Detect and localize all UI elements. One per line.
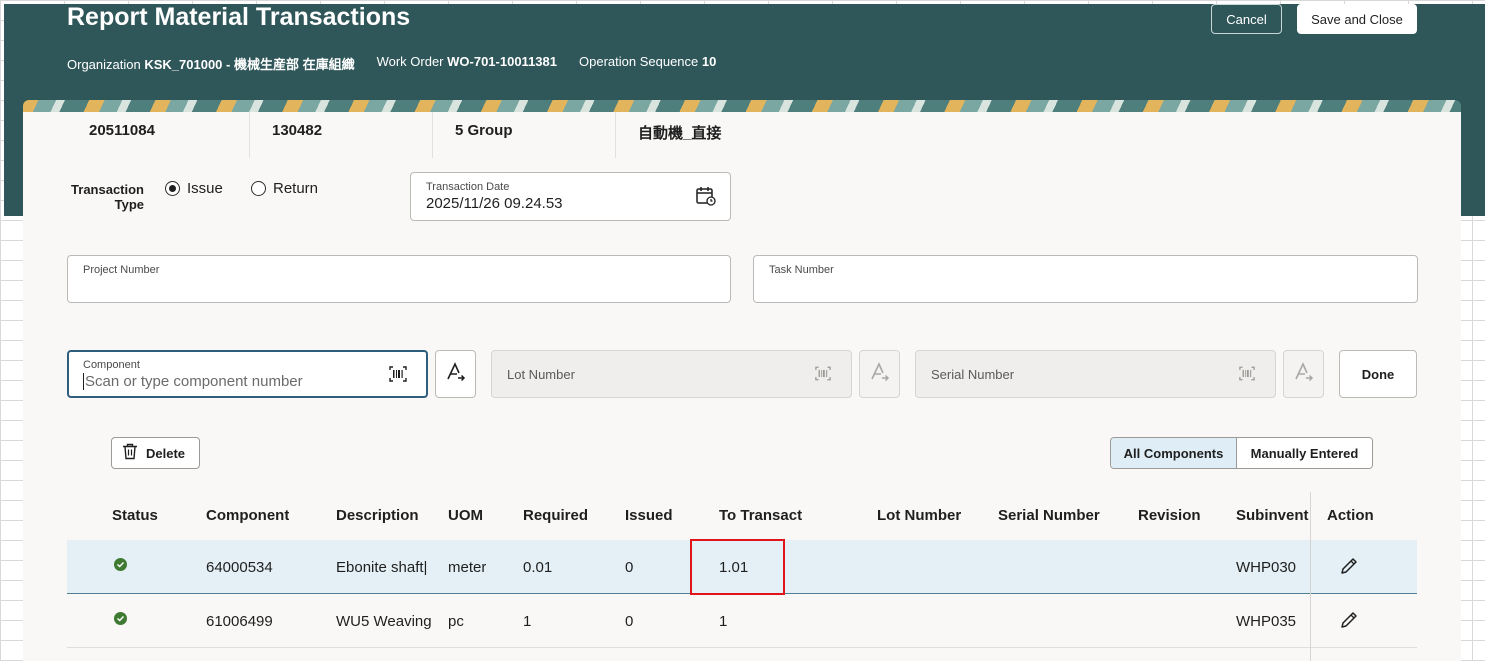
header-context: Organization KSK_701000 - 機械生産部 在庫組織 Wor… [67, 54, 716, 73]
transaction-date-value: 2025/11/26 09.24.53 [426, 195, 563, 212]
auto-search-icon [446, 361, 466, 388]
column-header-component[interactable]: Component [206, 507, 289, 524]
component-search-button[interactable] [435, 350, 476, 398]
info-cell: 130482 [250, 112, 433, 158]
return-radio-label: Return [273, 180, 319, 197]
column-header-uom[interactable]: UOM [448, 507, 483, 524]
transaction-date-field[interactable]: Transaction Date 2025/11/26 09.24.53 [410, 172, 731, 221]
barcode-scan-icon[interactable] [389, 366, 407, 382]
to-transact-highlight-box [690, 539, 785, 595]
organization-info: Organization KSK_701000 - 機械生産部 在庫組織 [67, 57, 355, 72]
page-title: Report Material Transactions [67, 3, 411, 31]
project-number-field[interactable]: Project Number [67, 255, 731, 303]
column-header-status[interactable]: Status [112, 507, 158, 524]
project-number-label: Project Number [83, 264, 160, 276]
column-header-serial-number[interactable]: Serial Number [998, 507, 1100, 524]
barcode-scan-icon [815, 366, 831, 381]
cell-required: 0.01 [523, 559, 553, 576]
trash-icon [122, 443, 138, 463]
radio-selected-icon [165, 181, 180, 196]
column-header-to-transact[interactable]: To Transact [719, 507, 802, 524]
transaction-date-label: Transaction Date [426, 181, 510, 193]
done-button[interactable]: Done [1339, 350, 1417, 398]
task-number-field[interactable]: Task Number [753, 255, 1418, 303]
lot-number-field: Lot Number [491, 350, 852, 398]
component-label: Component [83, 359, 140, 371]
barcode-scan-icon [1239, 366, 1255, 381]
cell-component: 64000534 [206, 559, 273, 576]
cell-uom: pc [448, 613, 464, 630]
cell-required: 1 [523, 613, 532, 630]
cell-description: WU5 Weaving [336, 613, 432, 630]
info-cell: 20511084 [67, 112, 250, 158]
cell-description: Ebonite shaft| [336, 559, 428, 576]
column-header-description[interactable]: Description [336, 507, 419, 524]
column-header-revision[interactable]: Revision [1138, 507, 1201, 524]
return-radio[interactable]: Return [251, 180, 318, 197]
serial-number-field: Serial Number [915, 350, 1276, 398]
cancel-button[interactable]: Cancel [1211, 4, 1282, 34]
component-filter-toggle: All Components Manually Entered [1110, 437, 1373, 469]
cell-issued: 0 [625, 613, 634, 630]
action-column-divider [1310, 492, 1311, 661]
cell-subinventory: WHP035 [1236, 613, 1297, 630]
task-number-label: Task Number [769, 264, 834, 276]
edit-pencil-icon[interactable] [1339, 556, 1359, 576]
column-header-lot-number[interactable]: Lot Number [877, 507, 961, 524]
column-header-action: Action [1327, 507, 1374, 524]
column-header-subinventory[interactable]: Subinventory [1236, 507, 1309, 524]
transaction-type-label: Transaction Type [71, 182, 144, 212]
column-header-required[interactable]: Required [523, 507, 588, 524]
serial-number-label: Serial Number [931, 367, 1015, 382]
all-components-tab[interactable]: All Components [1111, 438, 1237, 468]
component-field[interactable]: Component Scan or type component number [67, 350, 428, 398]
cell-component: 61006499 [206, 613, 273, 630]
work-order-info: Work Order WO-701-10011381 [376, 54, 557, 69]
calendar-icon[interactable] [695, 185, 717, 207]
info-cell: 自動機_直接 [638, 125, 722, 142]
delete-label: Delete [146, 445, 186, 461]
work-order-info-strip: 20511084 130482 5 Group 自動機_直接 [67, 112, 799, 158]
cell-issued: 0 [625, 559, 634, 576]
cell-to-transact[interactable]: 1 [719, 613, 727, 630]
table-header: Status Component Description UOM Require… [67, 497, 1417, 539]
operation-sequence-info: Operation Sequence 10 [579, 54, 717, 69]
decorative-banner [23, 100, 1461, 112]
delete-button[interactable]: Delete [111, 437, 200, 469]
edit-pencil-icon[interactable] [1339, 610, 1359, 630]
auto-search-icon [870, 361, 890, 388]
cell-subinventory: WHP030 [1236, 559, 1297, 576]
cell-uom: meter [448, 559, 487, 576]
column-header-issued[interactable]: Issued [625, 507, 673, 524]
status-success-icon [114, 612, 127, 625]
radio-unselected-icon [251, 181, 266, 196]
auto-search-icon [1294, 361, 1314, 388]
info-cell: 5 Group [433, 112, 616, 158]
status-success-icon [114, 558, 127, 571]
component-placeholder: Scan or type component number [83, 373, 303, 390]
manually-entered-tab[interactable]: Manually Entered [1237, 438, 1372, 468]
save-and-close-button[interactable]: Save and Close [1297, 4, 1417, 34]
lot-number-label: Lot Number [507, 367, 575, 382]
table-row[interactable]: 61006499 WU5 Weaving pc 1 0 1 WHP035 [67, 594, 1417, 648]
lot-search-button [859, 350, 900, 398]
serial-search-button [1283, 350, 1324, 398]
issue-radio[interactable]: Issue [165, 180, 223, 197]
issue-radio-label: Issue [187, 180, 223, 197]
